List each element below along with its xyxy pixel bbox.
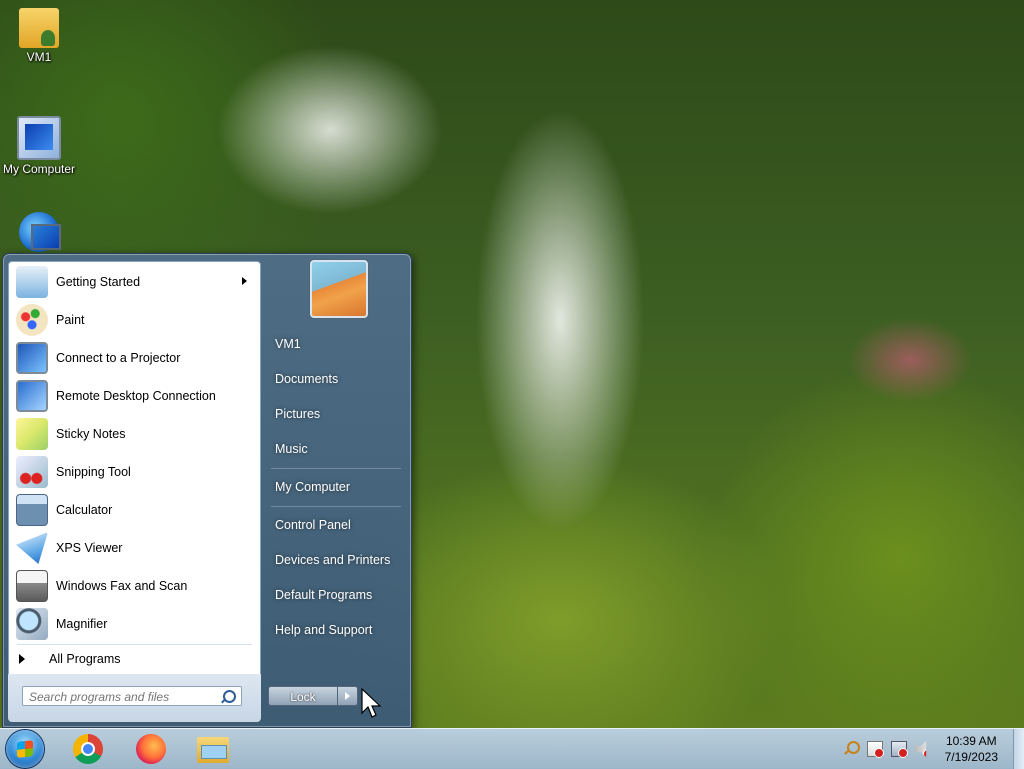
- search-icon[interactable]: [223, 690, 236, 703]
- network-status-icon[interactable]: [891, 741, 908, 758]
- link-my-computer[interactable]: My Computer: [275, 480, 405, 494]
- shutdown-options-arrow-icon[interactable]: [338, 686, 358, 706]
- link-help-support[interactable]: Help and Support: [275, 623, 405, 637]
- program-label: XPS Viewer: [56, 541, 123, 555]
- network-globe-icon: [19, 212, 61, 252]
- magnifier-icon: [16, 608, 48, 640]
- start-button[interactable]: [6, 730, 44, 768]
- chrome-icon[interactable]: [73, 734, 103, 764]
- remote-desktop-icon: [16, 380, 48, 412]
- program-label: Magnifier: [56, 617, 108, 631]
- xps-viewer-icon: [16, 532, 48, 564]
- firefox-icon[interactable]: [136, 734, 166, 764]
- program-calculator[interactable]: Calculator: [12, 492, 257, 528]
- program-remote-desktop[interactable]: Remote Desktop Connection: [12, 378, 257, 414]
- program-label: Sticky Notes: [56, 427, 126, 441]
- link-devices-printers[interactable]: Devices and Printers: [275, 553, 405, 567]
- desktop-icon-label: My Computer: [2, 162, 76, 176]
- all-programs-label: All Programs: [49, 652, 121, 666]
- program-label: Paint: [56, 313, 85, 327]
- triangle-right-icon: [19, 654, 25, 664]
- program-paint[interactable]: Paint: [12, 302, 257, 338]
- program-sticky-notes[interactable]: Sticky Notes: [12, 416, 257, 452]
- program-label: Remote Desktop Connection: [56, 389, 216, 403]
- search-input[interactable]: [27, 688, 221, 706]
- desktop-icon-label: VM1: [26, 50, 52, 64]
- link-documents[interactable]: Documents: [275, 372, 405, 386]
- lock-button[interactable]: Lock: [268, 686, 338, 706]
- link-music[interactable]: Music: [275, 442, 405, 456]
- all-programs-button[interactable]: All Programs: [19, 648, 121, 670]
- calculator-icon: [16, 494, 48, 526]
- start-menu: Getting Started Paint Connect to a Proje…: [2, 253, 412, 728]
- program-label: Windows Fax and Scan: [56, 579, 188, 593]
- programs-pane: Getting Started Paint Connect to a Proje…: [8, 261, 261, 681]
- desktop-icon-vm1[interactable]: VM1: [0, 8, 79, 64]
- sticky-notes-icon: [16, 418, 48, 450]
- program-fax-scan[interactable]: Windows Fax and Scan: [12, 568, 257, 604]
- getting-started-icon: [16, 266, 48, 298]
- submenu-arrow-icon: [242, 277, 247, 285]
- clock-time: 10:39 AM: [945, 734, 997, 748]
- projector-icon: [16, 342, 48, 374]
- program-xps-viewer[interactable]: XPS Viewer: [12, 530, 257, 566]
- divider: [271, 468, 401, 469]
- show-desktop-button[interactable]: [1013, 729, 1024, 769]
- program-snipping-tool[interactable]: Snipping Tool: [12, 454, 257, 490]
- program-magnifier[interactable]: Magnifier: [12, 606, 257, 642]
- action-center-flag-icon[interactable]: [867, 741, 884, 758]
- link-vm1[interactable]: VM1: [275, 337, 405, 351]
- user-folder-icon: [19, 8, 59, 48]
- paint-icon: [16, 304, 48, 336]
- computer-icon: [17, 116, 61, 160]
- taskbar: 10:39 AM 7/19/2023: [0, 728, 1024, 769]
- search-area: [8, 674, 261, 722]
- volume-muted-icon[interactable]: [915, 741, 927, 757]
- program-label: Snipping Tool: [56, 465, 131, 479]
- program-connect-projector[interactable]: Connect to a Projector: [12, 340, 257, 376]
- clock-date: 7/19/2023: [944, 750, 998, 764]
- link-default-programs[interactable]: Default Programs: [275, 588, 405, 602]
- desktop-icon-network[interactable]: [0, 212, 79, 254]
- user-avatar[interactable]: [310, 260, 368, 318]
- divider: [271, 506, 401, 507]
- fax-scan-icon: [16, 570, 48, 602]
- program-getting-started[interactable]: Getting Started: [12, 264, 257, 300]
- file-explorer-icon[interactable]: [197, 737, 229, 763]
- program-label: Connect to a Projector: [56, 351, 181, 365]
- clock[interactable]: 10:39 AM 7/19/2023: [945, 733, 998, 765]
- divider: [17, 644, 252, 645]
- mouse-cursor-icon: [361, 688, 382, 718]
- snipping-tool-icon: [16, 456, 48, 488]
- program-label: Getting Started: [56, 275, 141, 289]
- search-box[interactable]: [22, 686, 242, 706]
- desktop-icon-my-computer[interactable]: My Computer: [0, 116, 79, 176]
- link-pictures[interactable]: Pictures: [275, 407, 405, 421]
- link-control-panel[interactable]: Control Panel: [275, 518, 405, 532]
- program-label: Calculator: [56, 503, 113, 517]
- tray-search-icon[interactable]: [847, 741, 860, 754]
